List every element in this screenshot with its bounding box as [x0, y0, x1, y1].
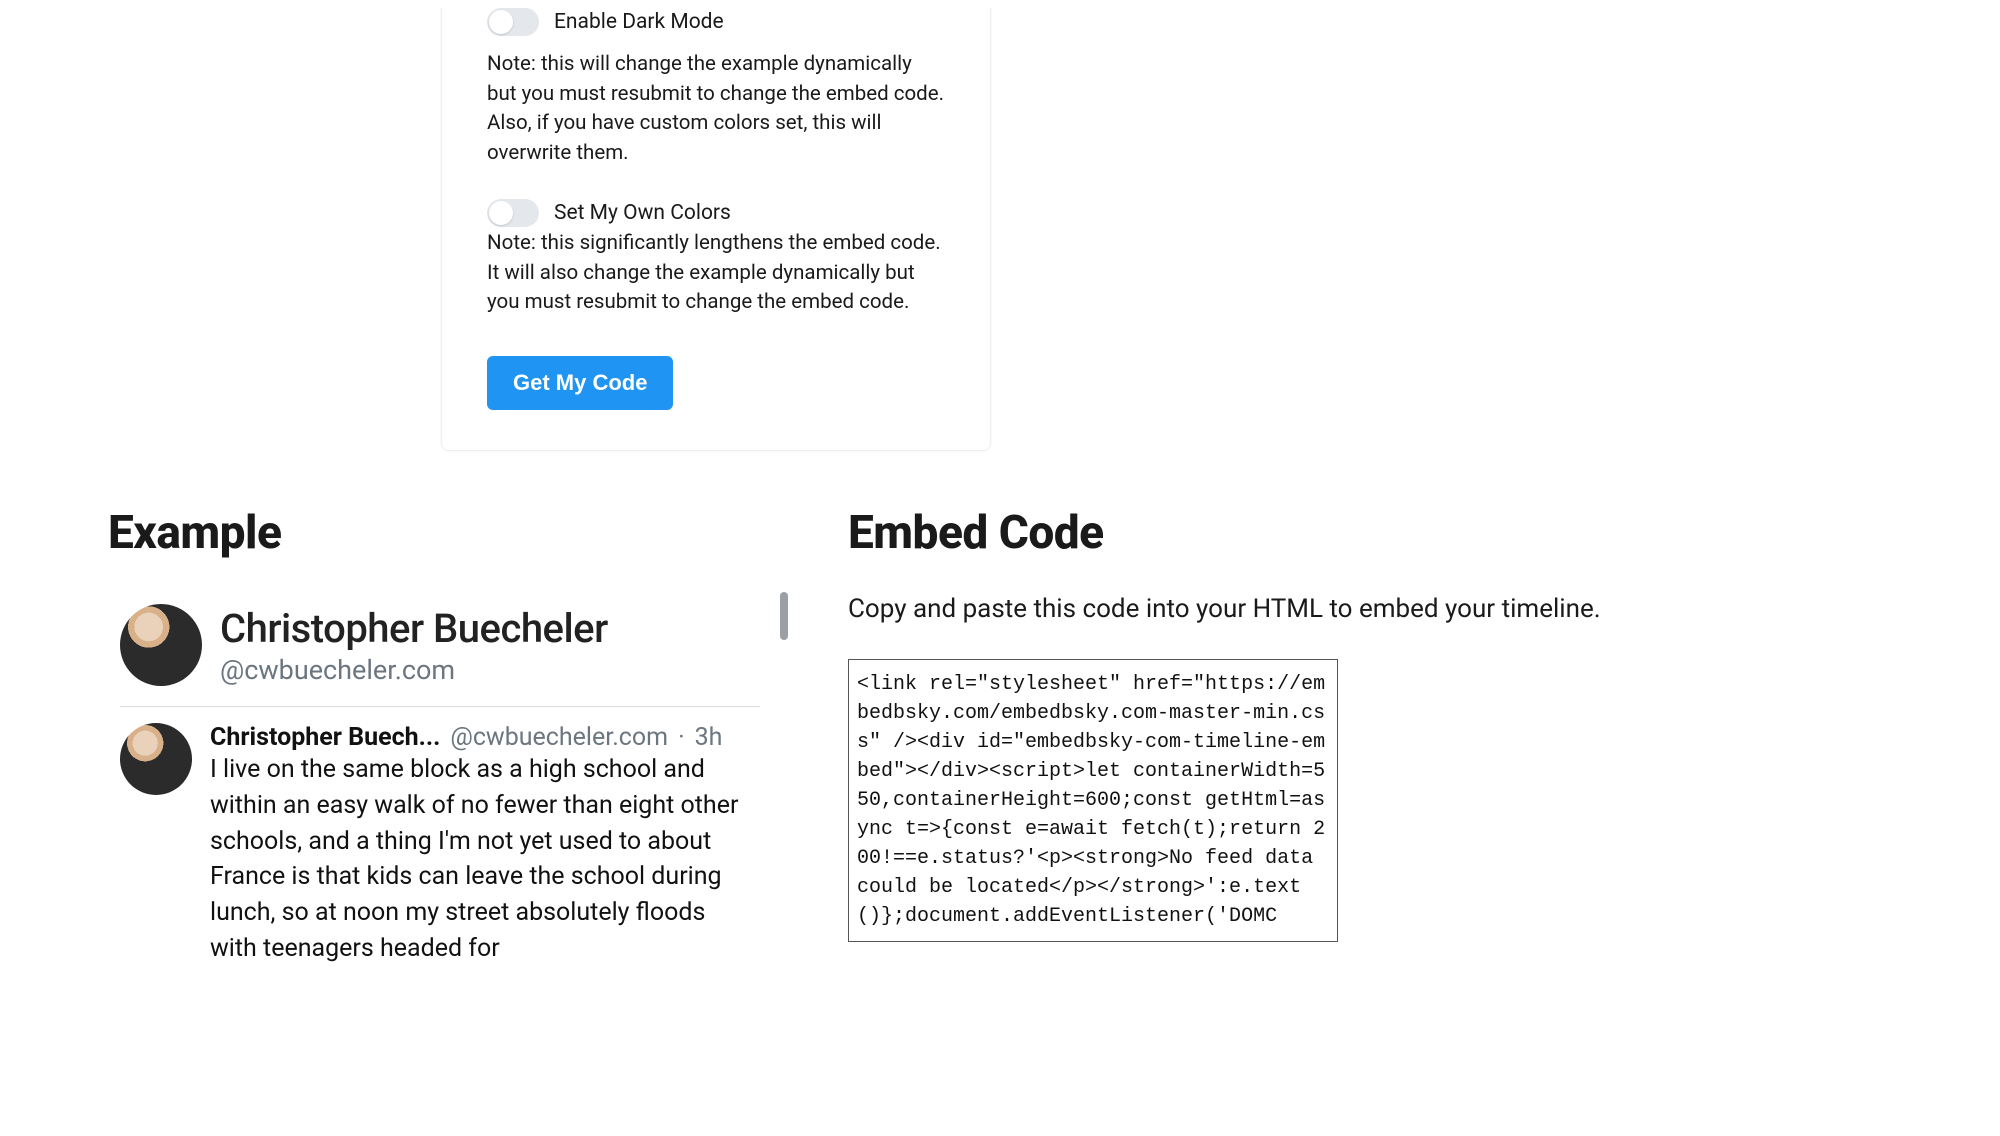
profile-name[interactable]: Christopher Buecheler	[220, 605, 608, 652]
post-text: I live on the same block as a high schoo…	[210, 752, 754, 967]
post-sep: ·	[678, 723, 685, 752]
own-colors-label: Set My Own Colors	[554, 201, 731, 225]
avatar[interactable]	[120, 604, 202, 686]
example-scrollbar[interactable]	[780, 592, 788, 912]
profile-handle[interactable]: @cwbuecheler.com	[220, 654, 608, 686]
embed-column: Embed Code Copy and paste this code into…	[848, 506, 1892, 967]
example-heading: Example	[108, 506, 788, 560]
embed-description: Copy and paste this code into your HTML …	[848, 590, 1892, 629]
post-handle[interactable]: @cwbuecheler.com	[450, 723, 668, 752]
post: Christopher Buech... @cwbuecheler.com · …	[108, 723, 788, 967]
dark-mode-row: Enable Dark Mode	[487, 8, 945, 36]
post-header: Christopher Buech... @cwbuecheler.com · …	[210, 723, 754, 752]
content-columns: Example Christopher Buecheler @cwbuechel…	[0, 506, 2000, 967]
post-avatar[interactable]	[120, 723, 192, 795]
divider	[120, 706, 760, 707]
embed-code-box[interactable]: <link rel="stylesheet" href="https://emb…	[848, 659, 1338, 942]
settings-card: Enable Dark Mode Note: this will change …	[441, 8, 991, 451]
embed-heading: Embed Code	[848, 506, 1892, 560]
post-time[interactable]: 3h	[695, 723, 723, 752]
dark-mode-toggle[interactable]	[487, 8, 539, 36]
dark-mode-note: Note: this will change the example dynam…	[487, 50, 945, 169]
post-author[interactable]: Christopher Buech...	[210, 723, 440, 752]
post-body: Christopher Buech... @cwbuecheler.com · …	[210, 723, 788, 967]
example-scrollbar-thumb[interactable]	[780, 592, 788, 640]
own-colors-toggle[interactable]	[487, 199, 539, 227]
get-my-code-button[interactable]: Get My Code	[487, 356, 673, 410]
example-column: Example Christopher Buecheler @cwbuechel…	[108, 506, 788, 967]
dark-mode-label: Enable Dark Mode	[554, 10, 724, 34]
example-preview: Christopher Buecheler @cwbuecheler.com C…	[108, 590, 788, 967]
own-colors-row: Set My Own Colors	[487, 199, 945, 227]
profile-header: Christopher Buecheler @cwbuecheler.com	[108, 590, 788, 706]
own-colors-note: Note: this significantly lengthens the e…	[487, 229, 945, 318]
profile-info: Christopher Buecheler @cwbuecheler.com	[220, 605, 608, 686]
